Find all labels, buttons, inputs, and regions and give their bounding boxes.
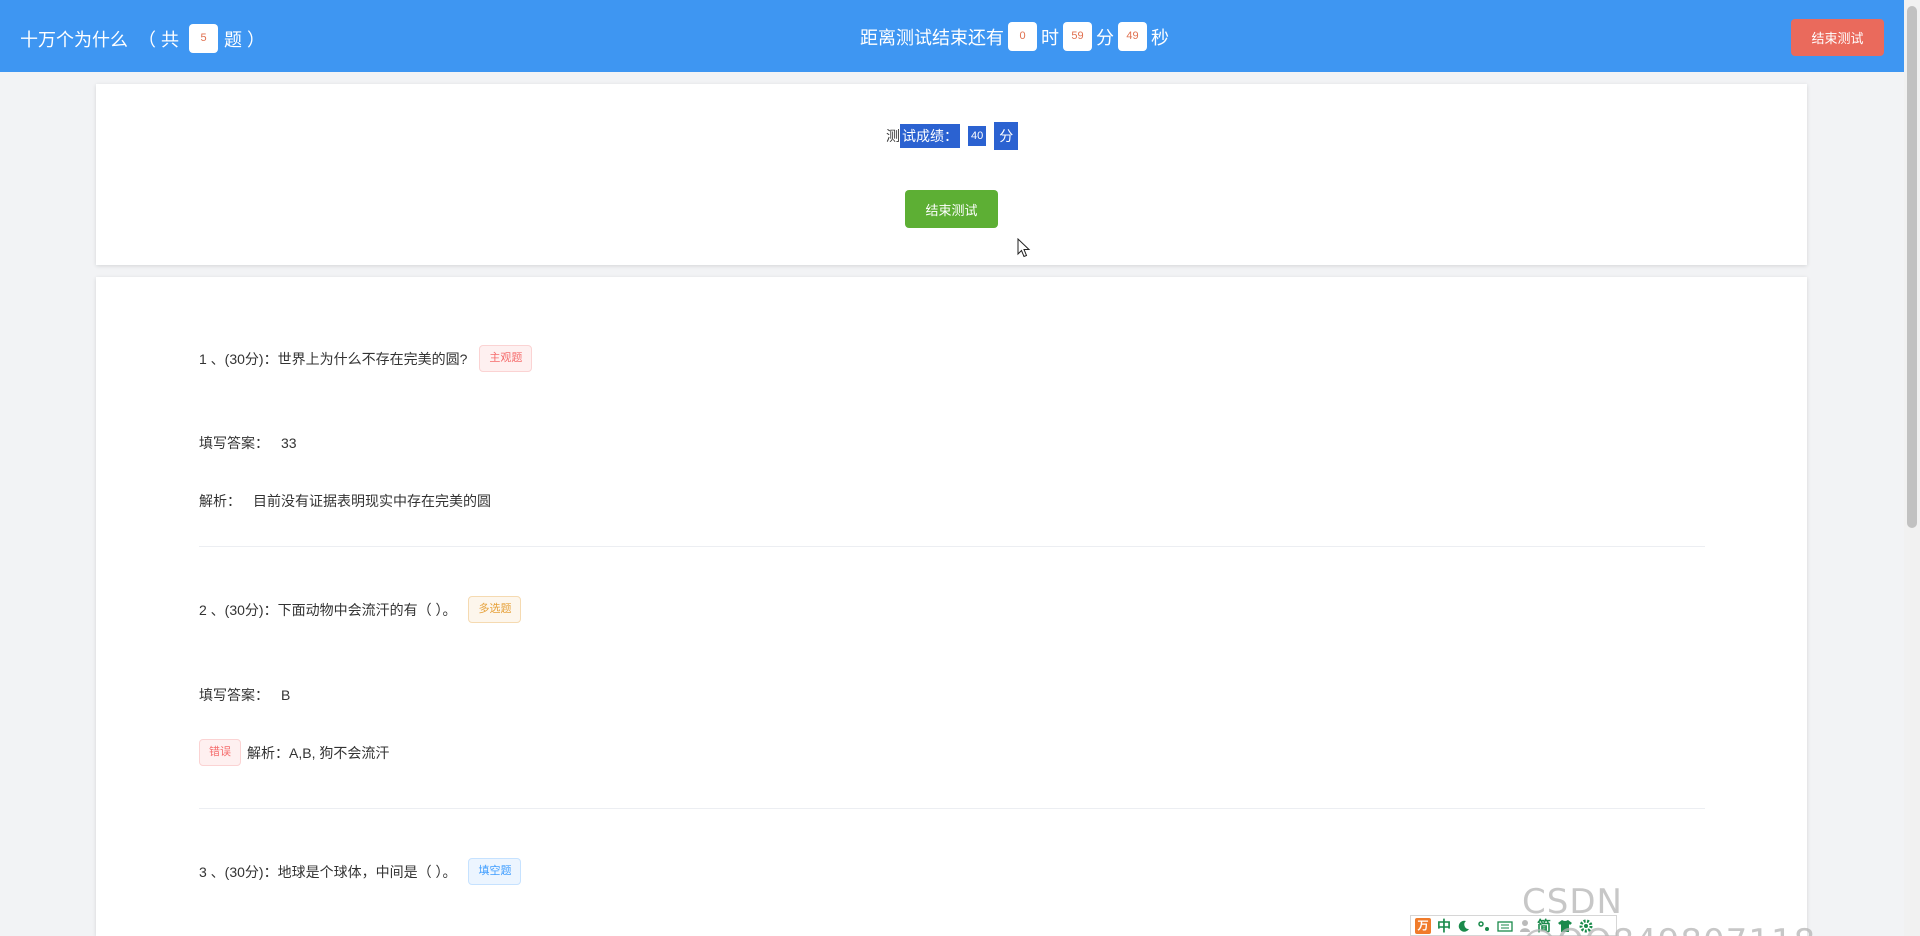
quiz-title-group: 十万个为什么 （ 共 5 题 ）	[20, 24, 265, 53]
quiz-title: 十万个为什么	[20, 29, 128, 50]
top-header: 十万个为什么 （ 共 5 题 ） 距离测试结束还有 0 时 59 分 49 秒 …	[0, 0, 1904, 72]
countdown-timer: 距离测试结束还有 0 时 59 分 49 秒	[860, 22, 1169, 51]
timer-hours: 0	[1008, 22, 1037, 51]
score-value: 40	[968, 126, 987, 146]
divider	[199, 546, 1705, 547]
question-3-title: 3 、(30分)：地球是个球体，中间是（ ）。	[199, 863, 457, 880]
question-2-answer: B	[281, 687, 291, 703]
question-1-analysis: 目前没有证据表明现实中存在完美的圆	[253, 493, 491, 509]
score-unit: 分	[994, 122, 1019, 150]
question-1-type-tag: 主观题	[479, 345, 533, 372]
csdn-watermark: CSDN @QQ849807118	[1522, 882, 1815, 936]
question-2-analysis: A,B, 狗不会流汗	[289, 744, 390, 761]
question-1-title-row: 1 、(30分)：世界上为什么不存在完美的圆? 主观题	[199, 345, 533, 372]
timer-seconds-unit: 秒	[1151, 27, 1169, 48]
question-2-title: 2 、(30分)：下面动物中会流汗的有（ ）。	[199, 601, 457, 618]
question-2-answer-label: 填写答案：	[199, 687, 269, 703]
score-label-first: 测	[886, 128, 900, 144]
count-prefix: （ 共	[138, 29, 180, 50]
timer-minutes: 59	[1063, 22, 1092, 51]
questions-card: 1 、(30分)：世界上为什么不存在完美的圆? 主观题 填写答案： 33 解析：…	[96, 277, 1807, 936]
ime-mode-toggle[interactable]: 中	[1437, 916, 1451, 936]
timer-hours-unit: 时	[1041, 27, 1059, 48]
cursor-arrow-icon	[1017, 238, 1031, 258]
question-2-analysis-label: 解析：	[247, 744, 289, 761]
question-1-answer-label: 填写答案：	[199, 435, 269, 451]
dots-icon[interactable]	[1477, 919, 1491, 933]
question-3-type-tag: 填空题	[468, 858, 522, 885]
question-count-box: 5	[189, 24, 219, 53]
question-2-analysis-row: 错误 解析： A,B, 狗不会流汗	[199, 739, 389, 766]
question-1-answer-row: 填写答案： 33	[199, 433, 297, 453]
question-1-analysis-label: 解析：	[199, 493, 241, 509]
count-suffix: 题 ）	[224, 29, 266, 50]
divider	[199, 808, 1705, 809]
keyboard-icon[interactable]	[1497, 919, 1513, 933]
question-1-title: 1 、(30分)：世界上为什么不存在完美的圆?	[199, 350, 468, 367]
question-3-title-row: 3 、(30分)：地球是个球体，中间是（ ）。 填空题	[199, 858, 522, 885]
score-line: 测试成绩： 40 分	[886, 122, 1019, 150]
timer-seconds: 49	[1118, 22, 1147, 51]
moon-icon[interactable]	[1457, 919, 1471, 933]
scrollbar-thumb[interactable]	[1907, 6, 1917, 528]
score-label: 测试成绩：	[886, 124, 960, 148]
timer-prefix: 距离测试结束还有	[860, 27, 1004, 48]
question-2-result-tag: 错误	[199, 739, 241, 766]
finish-test-button[interactable]: 结束测试	[905, 190, 998, 228]
page-scrollbar[interactable]	[1904, 0, 1920, 936]
score-card: 测试成绩： 40 分 结束测试	[96, 84, 1807, 265]
end-test-button[interactable]: 结束测试	[1791, 19, 1884, 56]
ime-logo[interactable]: 万	[1415, 917, 1431, 934]
question-1-analysis-row: 解析： 目前没有证据表明现实中存在完美的圆	[199, 491, 491, 511]
timer-minutes-unit: 分	[1096, 27, 1114, 48]
question-2-type-tag: 多选题	[468, 596, 522, 623]
question-2-title-row: 2 、(30分)：下面动物中会流汗的有（ ）。 多选题	[199, 596, 522, 623]
score-label-rest: 试成绩：	[900, 124, 960, 148]
question-1-answer: 33	[281, 435, 297, 451]
question-2-answer-row: 填写答案： B	[199, 685, 290, 705]
